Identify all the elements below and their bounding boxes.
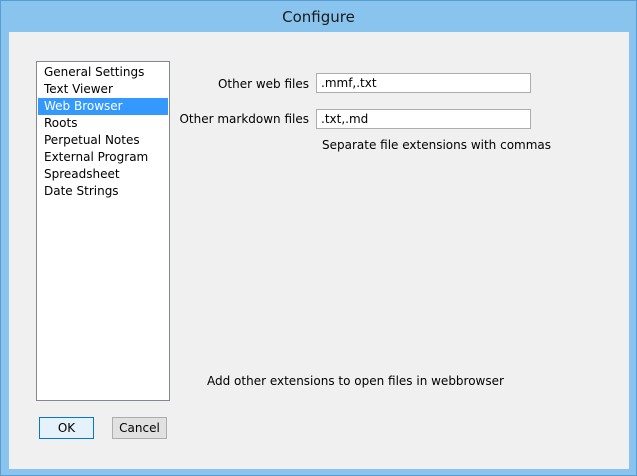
window-title: Configure: [282, 8, 355, 26]
category-list[interactable]: General Settings Text Viewer Web Browser…: [36, 61, 170, 401]
list-item-general-settings[interactable]: General Settings: [38, 64, 168, 81]
list-item-web-browser[interactable]: Web Browser: [38, 98, 168, 115]
list-item-text-viewer[interactable]: Text Viewer: [38, 81, 168, 98]
list-item-external-program[interactable]: External Program: [38, 149, 168, 166]
cancel-button[interactable]: Cancel: [112, 417, 167, 439]
settings-description: Add other extensions to open files in we…: [207, 374, 504, 388]
list-item-date-strings[interactable]: Date Strings: [38, 183, 168, 200]
ok-button[interactable]: OK: [39, 417, 94, 439]
list-item-perpetual-notes[interactable]: Perpetual Notes: [38, 132, 168, 149]
web-files-input[interactable]: [316, 73, 531, 93]
title-bar[interactable]: Configure: [1, 1, 636, 33]
markdown-files-label: Other markdown files: [179, 112, 309, 126]
configure-window: Configure General Settings Text Viewer W…: [0, 0, 637, 476]
extensions-hint: Separate file extensions with commas: [322, 138, 552, 152]
web-files-label: Other web files: [217, 77, 309, 91]
markdown-files-input[interactable]: [316, 109, 531, 129]
dialog-client-area: General Settings Text Viewer Web Browser…: [9, 32, 629, 469]
list-item-spreadsheet[interactable]: Spreadsheet: [38, 166, 168, 183]
list-item-roots[interactable]: Roots: [38, 115, 168, 132]
